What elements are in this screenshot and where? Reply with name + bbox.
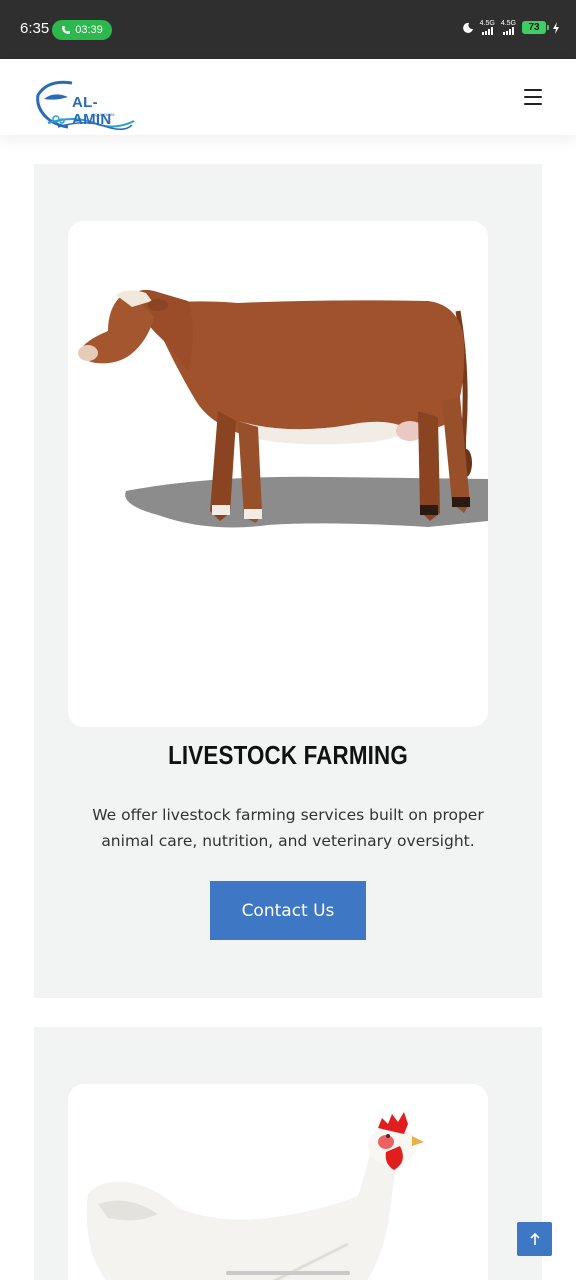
charging-icon bbox=[553, 21, 559, 34]
battery-icon: 73 bbox=[522, 21, 549, 34]
ongoing-call-pill[interactable]: 03:39 bbox=[52, 20, 112, 40]
status-icons: 4.5G 4.5G 73 bbox=[462, 20, 560, 35]
poultry-image bbox=[68, 1084, 488, 1280]
call-timer: 03:39 bbox=[75, 24, 103, 36]
menu-icon bbox=[524, 89, 542, 91]
signal-icon: 4.5G bbox=[480, 20, 495, 35]
menu-button[interactable] bbox=[521, 87, 545, 107]
status-bar: 6:35 03:39 4.5G 4.5G 73 bbox=[0, 0, 576, 59]
phone-icon bbox=[62, 26, 71, 34]
service-description: We offer livestock farming services buil… bbox=[92, 806, 484, 850]
home-indicator[interactable] bbox=[226, 1271, 350, 1275]
network-type-1: 4.5G bbox=[479, 20, 495, 27]
logo-subtext: AQUAFARM bbox=[92, 112, 115, 117]
logo-text: AL-AMIN bbox=[72, 94, 112, 128]
livestock-image bbox=[68, 221, 488, 727]
network-type-2: 4.5G bbox=[500, 20, 516, 27]
arrow-up-icon bbox=[529, 1232, 540, 1245]
signal-icon: 4.5G bbox=[501, 20, 516, 35]
service-card-poultry bbox=[34, 1027, 542, 1280]
hen-illustration bbox=[86, 1112, 424, 1280]
cow-illustration bbox=[78, 289, 488, 528]
contact-us-button[interactable]: Contact Us bbox=[210, 881, 366, 940]
service-card-livestock: LIVESTOCK FARMING We offer livestock far… bbox=[34, 164, 542, 998]
moon-icon bbox=[462, 22, 473, 33]
service-title: LIVESTOCK FARMING bbox=[168, 740, 408, 770]
scroll-to-top-button[interactable] bbox=[517, 1222, 552, 1256]
status-time: 6:35 bbox=[20, 20, 50, 37]
site-header: AL-AMIN AQUAFARM bbox=[0, 59, 576, 135]
site-logo[interactable]: AL-AMIN AQUAFARM bbox=[34, 77, 136, 131]
battery-level: 73 bbox=[528, 22, 540, 33]
